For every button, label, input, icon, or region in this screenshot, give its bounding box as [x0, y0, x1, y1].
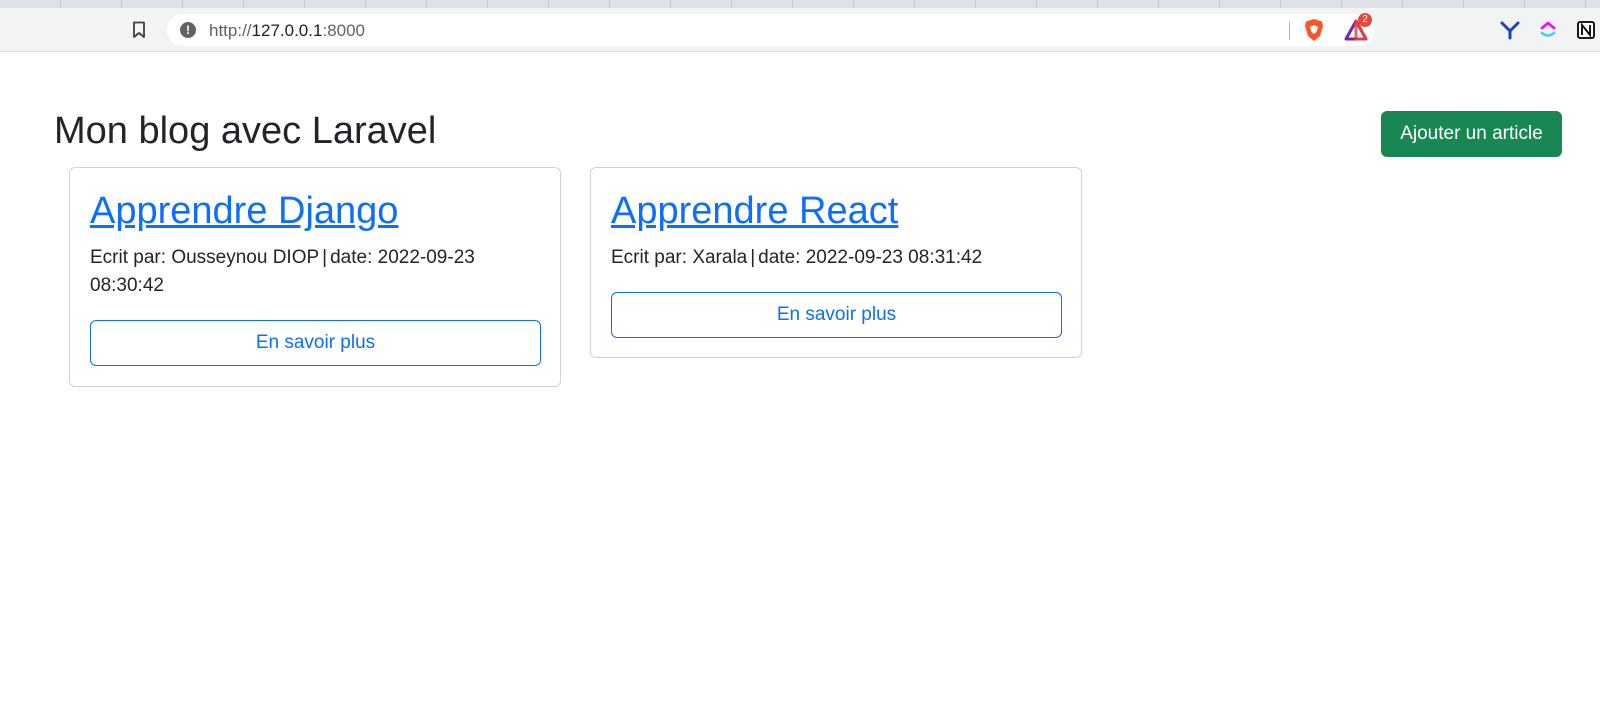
tab[interactable]	[1159, 0, 1220, 8]
article-title-link[interactable]: Apprendre Django	[90, 188, 540, 234]
tab[interactable]	[1037, 0, 1098, 8]
omnibox-divider	[1289, 22, 1290, 40]
url-text[interactable]: http://127.0.0.1:8000	[209, 21, 365, 41]
tab[interactable]	[854, 0, 915, 8]
article-card: Apprendre Django Ecrit par: Ousseynou DI…	[69, 167, 561, 387]
tab[interactable]	[244, 0, 305, 8]
author-label: Ecrit par:	[90, 247, 172, 268]
tab[interactable]	[1403, 0, 1464, 8]
tab[interactable]	[671, 0, 732, 8]
tab[interactable]	[427, 0, 488, 8]
read-more-button[interactable]: En savoir plus	[611, 292, 1062, 338]
meta-separator: |	[322, 247, 328, 268]
page-content: Mon blog avec Laravel Ajouter un article…	[0, 52, 1600, 724]
site-info-icon[interactable]: !	[180, 22, 196, 38]
tab[interactable]	[793, 0, 854, 8]
browser-toolbar: ! http://127.0.0.1:8000 2	[0, 8, 1600, 52]
tab[interactable]	[915, 0, 976, 8]
page-title: Mon blog avec Laravel	[54, 110, 437, 152]
tab[interactable]	[1098, 0, 1159, 8]
author-label: Ecrit par:	[611, 247, 693, 268]
tab[interactable]	[732, 0, 793, 8]
article-card: Apprendre React Ecrit par: Xarala | date: …	[590, 167, 1082, 358]
tab[interactable]	[976, 0, 1037, 8]
clickup-icon[interactable]	[1536, 18, 1560, 42]
tab[interactable]	[183, 0, 244, 8]
article-date: 2022-09-23 08:31:42	[805, 247, 983, 268]
article-author: Xarala	[692, 247, 748, 268]
meta-separator: |	[750, 247, 756, 268]
add-article-button[interactable]: Ajouter un article	[1381, 111, 1562, 157]
article-title-link[interactable]: Apprendre React	[611, 188, 1061, 234]
article-author: Ousseynou DIOP	[171, 247, 320, 268]
address-bar[interactable]: ! http://127.0.0.1:8000	[167, 14, 1375, 46]
tab[interactable]	[610, 0, 671, 8]
tab[interactable]	[488, 0, 549, 8]
tab[interactable]	[1281, 0, 1342, 8]
url-host: 127.0.0.1	[251, 21, 323, 40]
date-label: date:	[330, 247, 378, 268]
tab[interactable]	[61, 0, 122, 8]
tab[interactable]	[305, 0, 366, 8]
tab[interactable]	[122, 0, 183, 8]
tab[interactable]	[366, 0, 427, 8]
bookmark-icon[interactable]	[128, 19, 150, 41]
article-meta: Ecrit par: Xarala | date: 2022-09-23 08:31…	[611, 244, 1061, 272]
tab-strip	[0, 0, 1600, 8]
date-label: date:	[758, 247, 806, 268]
article-meta: Ecrit par: Ousseynou DIOP | date: 2022-09-…	[90, 244, 540, 300]
tab[interactable]	[1464, 0, 1525, 8]
url-scheme: http://	[209, 21, 252, 40]
tab[interactable]	[0, 0, 61, 8]
brave-rewards-icon[interactable]: 2	[1344, 13, 1372, 42]
tab[interactable]	[1342, 0, 1403, 8]
tab[interactable]	[1525, 0, 1586, 8]
yoroi-icon[interactable]	[1498, 18, 1522, 42]
brave-shield-icon[interactable]	[1302, 18, 1326, 42]
notion-icon[interactable]	[1574, 18, 1598, 42]
url-port: :8000	[322, 21, 365, 40]
rewards-badge: 2	[1358, 13, 1372, 27]
tab[interactable]	[1220, 0, 1281, 8]
tab[interactable]	[549, 0, 610, 8]
read-more-button[interactable]: En savoir plus	[90, 320, 541, 366]
